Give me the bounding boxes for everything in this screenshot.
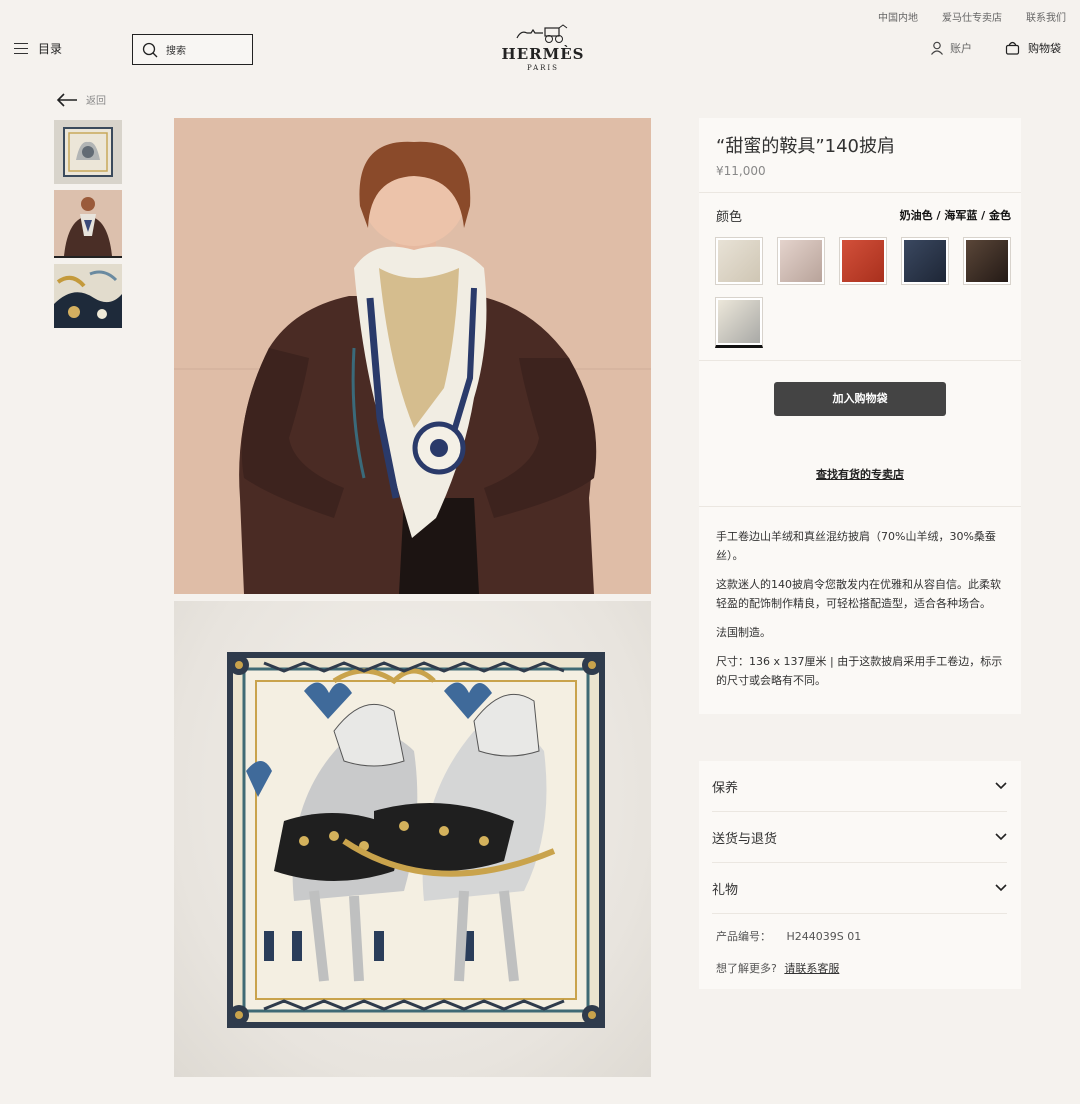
thumbnail-scarf-flat[interactable]: [54, 120, 122, 184]
contact-link[interactable]: 联系我们: [1026, 9, 1066, 24]
swatch-cream-navy-gold[interactable]: [715, 297, 763, 348]
chevron-down-icon: [995, 833, 1007, 841]
more-info-label: 想了解更多?: [716, 962, 777, 975]
account-label: 账户: [950, 42, 972, 55]
brand-name: HERMÈS: [501, 45, 585, 63]
swatch-cream[interactable]: [715, 237, 763, 285]
carriage-logo-icon: [516, 24, 568, 43]
region-link[interactable]: 中国内地: [878, 9, 918, 24]
thumbnail-scarf-detail[interactable]: [54, 264, 122, 328]
back-button[interactable]: 返回: [56, 92, 106, 107]
hamburger-icon: [14, 43, 28, 54]
swatch-red[interactable]: [839, 237, 887, 285]
scarf-photo: [227, 652, 605, 1028]
chevron-down-icon: [995, 782, 1007, 790]
accordion-gift[interactable]: 礼物: [712, 863, 1007, 914]
color-swatches: [699, 237, 1021, 360]
product-image-scarf[interactable]: [174, 601, 651, 1077]
swatch-navy[interactable]: [901, 237, 949, 285]
add-to-cart-button[interactable]: 加入购物袋: [774, 382, 946, 416]
thumbnail-list: [54, 120, 122, 328]
color-value: 奶油色 / 海军蓝 / 金色: [899, 209, 1011, 222]
desc-intro: 这款迷人的140披肩令您散发内在优雅和从容自信。此柔软轻盈的配饰制作精良，可轻松…: [716, 578, 1001, 610]
desc-size: 尺寸：136 x 137厘米 | 由于这款披肩采用手工卷边，标示的尺寸或会略有不…: [716, 655, 1003, 687]
search-icon: [142, 42, 158, 57]
product-meta: 产品编号： H244039S 01 想了解更多? 请联系客服: [699, 914, 1021, 976]
accordion-label: 礼物: [712, 882, 739, 898]
back-label: 返回: [86, 96, 106, 107]
brand-city: PARIS: [527, 64, 559, 72]
product-image-model[interactable]: [174, 118, 651, 594]
thumbnail-model[interactable]: [54, 190, 122, 258]
details-panel: 保养 送货与退货 礼物 产品编号： H244039S 01 想了解更多? 请联系…: [699, 761, 1021, 989]
product-title: “甜蜜的鞍具”140披肩: [716, 136, 896, 157]
user-icon: [931, 41, 943, 55]
swatch-pink[interactable]: [777, 237, 825, 285]
accordion-label: 送货与退货: [712, 831, 778, 847]
product-info-panel: “甜蜜的鞍具”140披肩 ¥11,000 颜色 奶油色 / 海军蓝 / 金色 加…: [699, 118, 1021, 714]
search-placeholder: 搜索: [166, 46, 186, 57]
menu-label: 目录: [38, 42, 63, 56]
model-photo: [174, 118, 651, 594]
color-row: 颜色 奶油色 / 海军蓝 / 金色: [699, 193, 1021, 237]
desc-origin: 法国制造。: [716, 626, 771, 639]
cart-label: 购物袋: [1028, 42, 1061, 55]
accordion-label: 保养: [712, 780, 739, 796]
arrow-left-icon: [56, 92, 77, 107]
brand-logo[interactable]: HERMÈS PARIS: [500, 24, 586, 72]
find-store-link[interactable]: 查找有货的专卖店: [699, 466, 1021, 506]
desc-material: 手工卷边山羊绒和真丝混纺披肩（70%山羊绒，30%桑蚕丝）。: [716, 530, 996, 562]
bag-icon: [1005, 41, 1020, 55]
cart-button[interactable]: 购物袋: [1005, 40, 1061, 56]
chevron-down-icon: [995, 884, 1007, 892]
accordion-care[interactable]: 保养: [712, 761, 1007, 812]
product-code: H244039S 01: [786, 930, 862, 943]
utility-bar: 中国内地 爱马仕专卖店 联系我们: [878, 9, 1066, 24]
product-price: ¥11,000: [716, 164, 766, 178]
product-description: 手工卷边山羊绒和真丝混纺披肩（70%山羊绒，30%桑蚕丝）。 这款迷人的140披…: [699, 507, 1021, 714]
contact-service-link[interactable]: 请联系客服: [784, 962, 839, 975]
divider: [699, 360, 1021, 361]
accordion-delivery[interactable]: 送货与退货: [712, 812, 1007, 863]
product-code-label: 产品编号：: [716, 930, 771, 943]
account-button[interactable]: 账户: [930, 40, 972, 56]
search-input[interactable]: 搜索: [132, 34, 253, 65]
color-label: 颜色: [716, 209, 743, 225]
swatch-brown[interactable]: [963, 237, 1011, 285]
menu-button[interactable]: 目录: [14, 40, 62, 57]
stores-link[interactable]: 爱马仕专卖店: [942, 9, 1002, 24]
